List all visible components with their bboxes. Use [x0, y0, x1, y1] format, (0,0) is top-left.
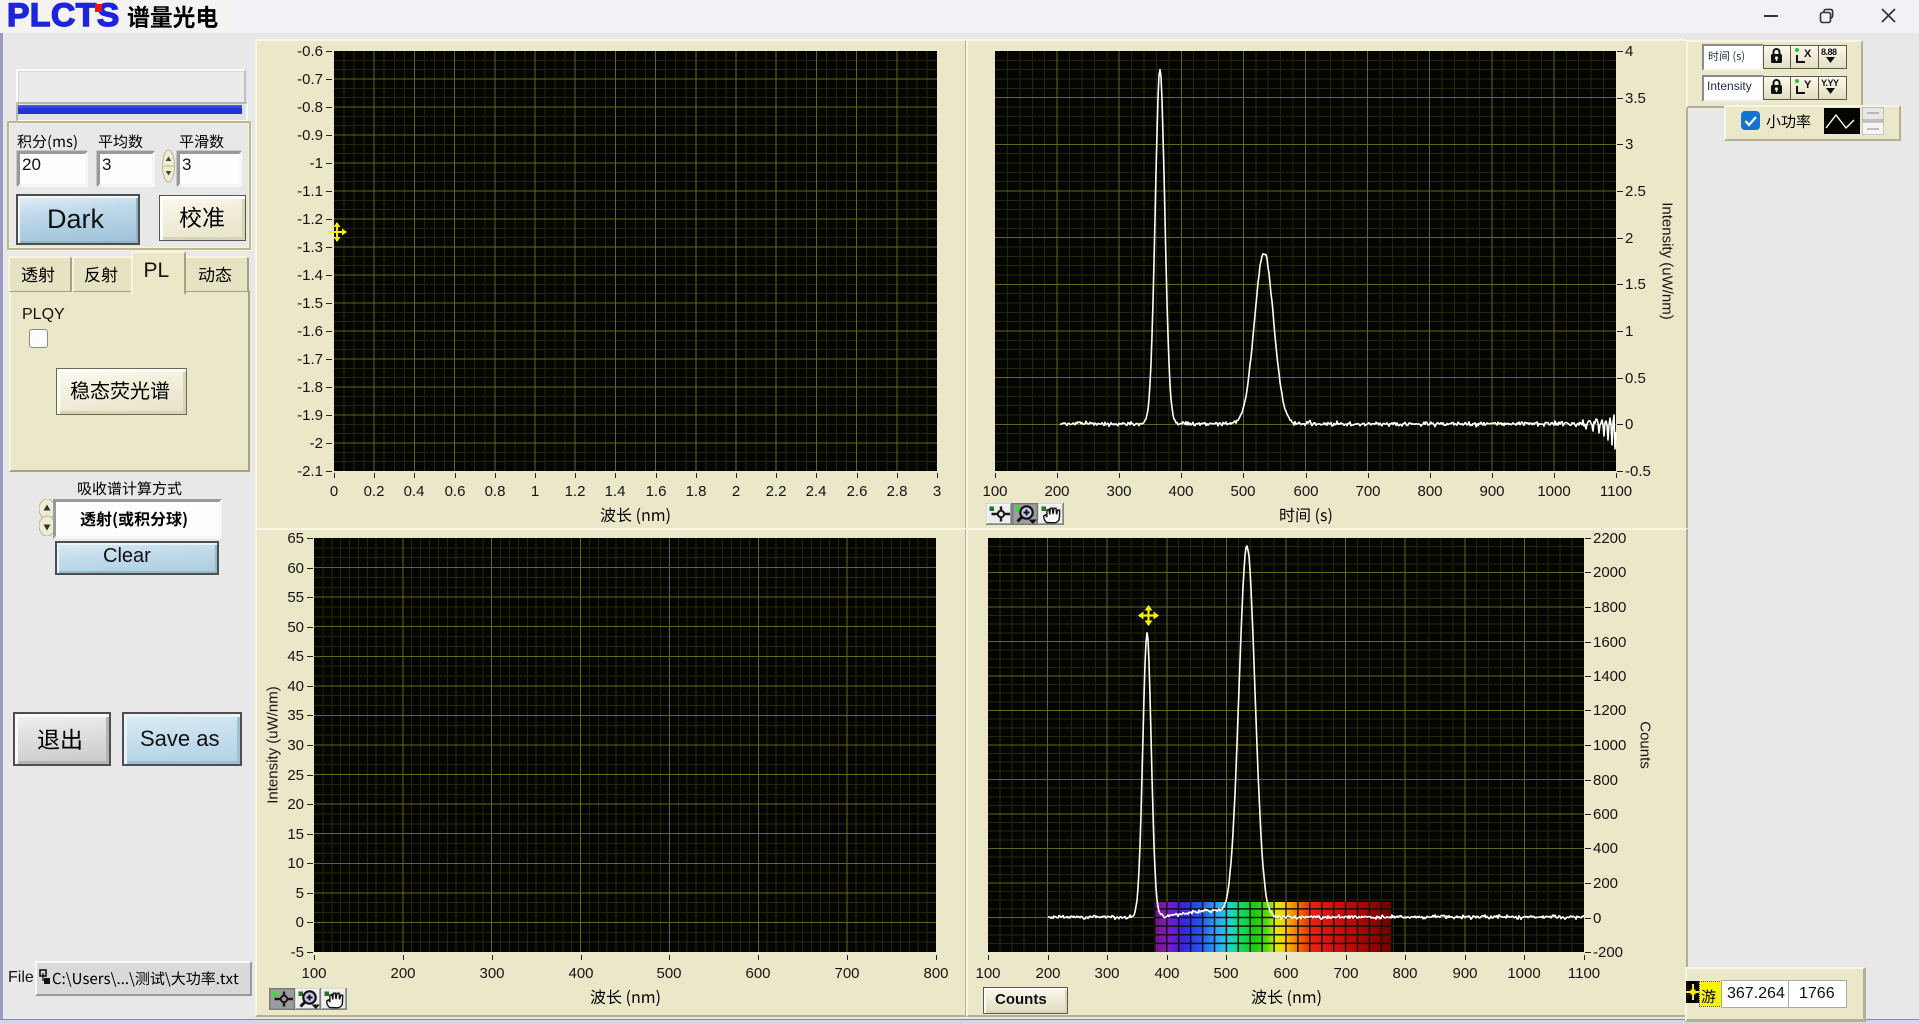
svg-text:X: X [1804, 48, 1812, 60]
svg-text:Y: Y [1804, 79, 1812, 91]
